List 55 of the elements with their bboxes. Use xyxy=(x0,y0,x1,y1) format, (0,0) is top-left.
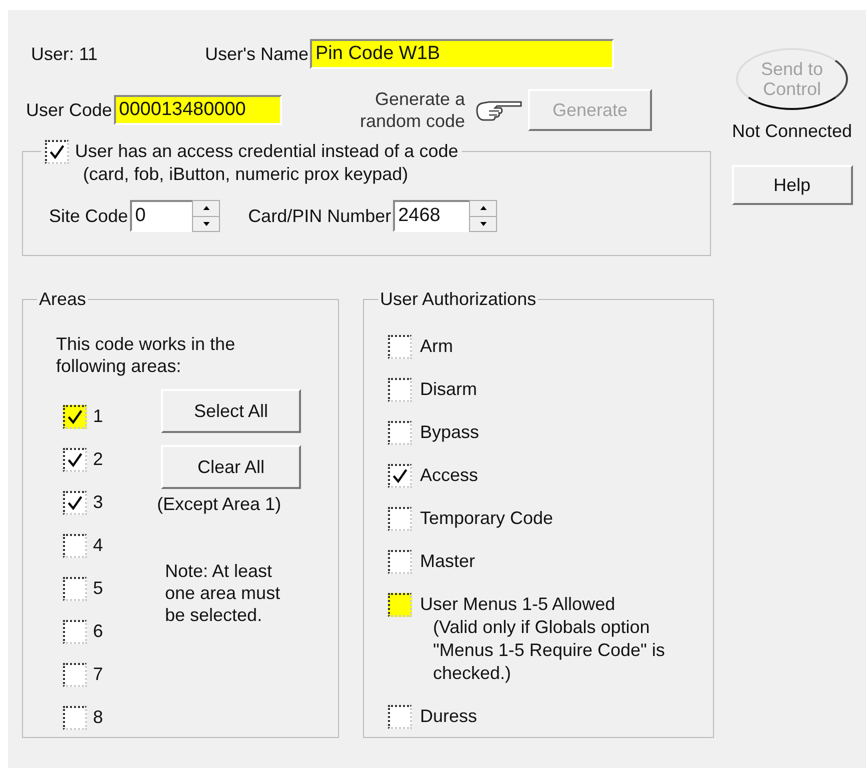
checkbox-label: Temporary Code xyxy=(420,507,554,530)
checkbox-label: 6 xyxy=(93,620,104,643)
checkbox[interactable] xyxy=(388,420,412,444)
checkbox-label: Arm xyxy=(420,335,453,358)
checkbox-label: Duress xyxy=(420,705,478,728)
field-label: Site Code xyxy=(49,204,128,228)
checkbox-label: 2 xyxy=(93,448,104,471)
checkbox[interactable] xyxy=(388,464,412,488)
checkbox[interactable] xyxy=(388,592,412,616)
checkbox[interactable] xyxy=(388,704,412,728)
checkbox[interactable] xyxy=(45,140,69,164)
field-label: Card/PIN Number xyxy=(248,204,392,228)
checkbox[interactable] xyxy=(63,620,87,644)
checkbox[interactable] xyxy=(63,662,87,686)
checkbox[interactable] xyxy=(388,334,412,358)
button[interactable]: Select All xyxy=(161,389,301,433)
input-field[interactable]: Pin Code W1B xyxy=(310,39,614,69)
checkbox-label: Disarm xyxy=(420,378,477,401)
option-note: (Valid only if Globals option "Menus 1-5 Require Code" is checked.) xyxy=(433,616,666,685)
checkbox-label: Master xyxy=(420,550,476,573)
button[interactable]: Help xyxy=(732,165,852,205)
checkbox-label: User has an access credential instead of a code xyxy=(75,140,458,163)
connection-status: Not Connected xyxy=(732,120,852,143)
button-note: (Except Area 1) xyxy=(157,493,282,516)
checkbox[interactable] xyxy=(63,404,87,428)
field-label: User's Name xyxy=(205,42,308,66)
checkbox[interactable] xyxy=(63,706,87,730)
checkbox-label: User Menus 1-5 Allowed xyxy=(420,593,616,616)
checkbox-label: Bypass xyxy=(420,421,480,444)
checkbox[interactable] xyxy=(388,550,412,574)
checkbox-label: 8 xyxy=(93,706,104,729)
checkbox-label: 4 xyxy=(93,534,104,557)
checkbox[interactable] xyxy=(63,490,87,514)
input-field[interactable]: 000013480000 xyxy=(114,95,282,125)
checkbox[interactable] xyxy=(388,506,412,530)
checkbox-label: Access xyxy=(420,464,478,487)
spin-field[interactable]: 2468 xyxy=(393,200,470,232)
areas-intro: This code works in the following areas: xyxy=(56,333,236,377)
checkbox[interactable] xyxy=(63,576,87,600)
button[interactable]: Clear All xyxy=(161,445,301,489)
checkbox-label: 5 xyxy=(93,577,104,600)
generate-hint: Generate a random code xyxy=(358,88,466,132)
checkbox-label: 1 xyxy=(93,405,104,428)
checkbox[interactable] xyxy=(388,378,412,402)
spin-field[interactable]: 0 xyxy=(130,200,192,232)
checkbox-label: 3 xyxy=(93,491,104,514)
group-title: Areas xyxy=(38,288,88,311)
field-label: User Code xyxy=(26,98,112,122)
credential-note: (card, fob, iButton, numeric prox keypad) xyxy=(83,163,410,186)
checkbox[interactable] xyxy=(63,448,87,472)
areas-note: Note: At least one area must be selected. xyxy=(165,560,282,626)
checkbox[interactable] xyxy=(63,534,87,558)
user-number: User: 11 xyxy=(31,42,99,66)
checkbox-label: 7 xyxy=(93,663,104,686)
group-title: User Authorizations xyxy=(379,288,538,311)
